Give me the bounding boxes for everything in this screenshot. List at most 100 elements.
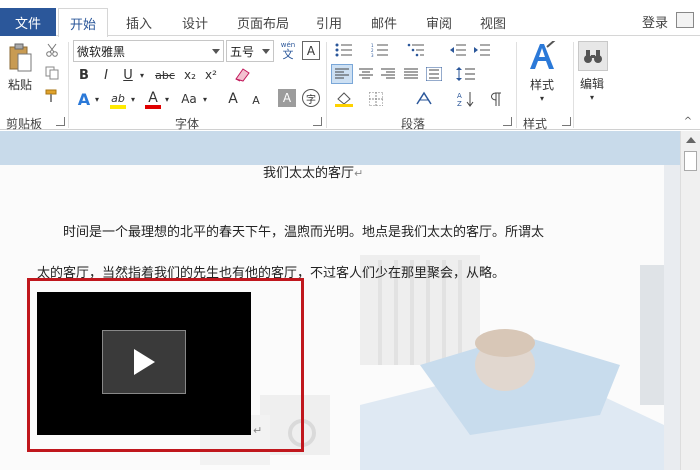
- chevron-down-icon: [262, 49, 270, 54]
- scrollbar-thumb[interactable]: [684, 151, 697, 171]
- play-icon: [134, 349, 155, 375]
- tab-mailings[interactable]: 邮件: [361, 8, 407, 36]
- chevron-down-icon: [212, 49, 220, 54]
- font-name-value: 微软雅黑: [77, 44, 126, 59]
- justify-icon[interactable]: [401, 64, 421, 84]
- paragraph-mark: ↵: [253, 424, 263, 437]
- paragraph-mark: ↵: [354, 167, 364, 180]
- paste-icon[interactable]: [6, 42, 34, 74]
- decrease-indent-icon[interactable]: [448, 41, 468, 59]
- font-group-label: 字体: [175, 117, 200, 131]
- superscript-button[interactable]: x²: [202, 66, 220, 84]
- binoculars-icon[interactable]: [578, 41, 608, 71]
- paragraph-launcher-icon[interactable]: [503, 117, 512, 126]
- group-divider: [516, 42, 517, 128]
- chevron-down-icon[interactable]: ▾: [93, 89, 101, 109]
- format-painter-icon[interactable]: [44, 88, 60, 104]
- font-color-button[interactable]: A: [143, 89, 163, 111]
- tab-file[interactable]: 文件: [0, 8, 56, 36]
- tab-home[interactable]: 开始: [58, 8, 108, 37]
- clear-formatting-icon[interactable]: [232, 65, 252, 85]
- strikethrough-button[interactable]: abc: [152, 66, 178, 84]
- tab-view[interactable]: 视图: [470, 8, 516, 36]
- highlight-label: ab: [111, 91, 125, 105]
- increase-indent-icon[interactable]: [472, 41, 492, 59]
- distributed-icon[interactable]: [424, 64, 444, 84]
- character-shading-button[interactable]: A: [278, 89, 296, 107]
- grow-font-button[interactable]: A: [224, 89, 242, 109]
- tab-review[interactable]: 审阅: [416, 8, 462, 36]
- svg-text:A: A: [457, 92, 462, 100]
- sort-icon[interactable]: AZ: [455, 89, 477, 109]
- highlight-button[interactable]: ab: [107, 89, 129, 111]
- bullets-icon[interactable]: [333, 41, 355, 59]
- paragraph-group-label: 段落: [401, 117, 426, 131]
- play-button[interactable]: [102, 330, 186, 394]
- chevron-down-icon[interactable]: ▾: [138, 66, 146, 84]
- chevron-down-icon[interactable]: ▾: [201, 89, 209, 109]
- document-title: 我们太太的客厅↵: [263, 162, 363, 181]
- chevron-down-icon[interactable]: ▾: [129, 89, 137, 109]
- phonetic-guide-button[interactable]: wén 文: [277, 39, 299, 63]
- highlight-color-swatch: [110, 104, 126, 109]
- chinese-layout-icon[interactable]: [412, 89, 436, 109]
- numbering-icon[interactable]: 123: [369, 41, 391, 59]
- font-color-label: A: [148, 90, 158, 106]
- enclose-characters-button[interactable]: 字: [302, 89, 320, 107]
- multilevel-list-icon[interactable]: [405, 41, 427, 59]
- tab-page-layout[interactable]: 页面布局: [228, 8, 298, 36]
- phonetic-char: 文: [282, 48, 294, 61]
- svg-text:Z: Z: [457, 100, 462, 107]
- ribbon: 粘贴 剪贴板 微软雅黑 五号 wén 文 A B I U ▾ abc x₂ x²…: [0, 36, 700, 131]
- align-center-icon[interactable]: [356, 64, 376, 84]
- font-launcher-icon[interactable]: [313, 117, 322, 126]
- paragraph-line: 时间是一个最理想的北平的春天下午，温煦而光明。地点是我们太太的客厅。所谓太: [63, 225, 545, 240]
- styles-group-label: 样式: [523, 117, 548, 131]
- character-border-button[interactable]: A: [302, 41, 320, 60]
- svg-text:3: 3: [371, 53, 374, 57]
- vertical-scrollbar[interactable]: [680, 131, 700, 470]
- login-link[interactable]: 登录: [642, 12, 668, 31]
- clipboard-group-label: 剪贴板: [6, 117, 43, 131]
- copy-icon[interactable]: [44, 65, 60, 81]
- align-left-icon[interactable]: [331, 64, 353, 84]
- paste-button[interactable]: 粘贴: [4, 76, 36, 92]
- line-spacing-icon[interactable]: [454, 64, 478, 84]
- bold-button[interactable]: B: [76, 66, 92, 84]
- tab-design[interactable]: 设计: [172, 8, 218, 36]
- borders-icon[interactable]: [366, 89, 386, 109]
- document-title-text: 我们太太的客厅: [263, 166, 355, 181]
- styles-icon[interactable]: [525, 40, 559, 74]
- group-divider: [326, 42, 327, 128]
- cut-icon[interactable]: [44, 42, 60, 58]
- styles-launcher-icon[interactable]: [562, 117, 571, 126]
- align-right-icon[interactable]: [378, 64, 398, 84]
- underline-button[interactable]: U: [120, 66, 136, 84]
- font-name-combo[interactable]: 微软雅黑: [73, 40, 224, 62]
- shading-icon[interactable]: [334, 89, 354, 109]
- italic-button[interactable]: I: [98, 66, 114, 84]
- subscript-button[interactable]: x₂: [181, 66, 199, 84]
- scroll-up-icon[interactable]: [686, 137, 696, 143]
- font-color-swatch: [145, 105, 161, 109]
- tab-insert[interactable]: 插入: [116, 8, 162, 36]
- shrink-font-button[interactable]: A: [248, 91, 264, 109]
- show-formatting-marks-icon[interactable]: [486, 89, 506, 109]
- ribbon-tab-bar: 文件 开始 插入 设计 页面布局 引用 邮件 审阅 视图 登录: [0, 0, 700, 37]
- text-effects-button[interactable]: A: [75, 89, 93, 109]
- styles-button[interactable]: 样式: [524, 76, 560, 92]
- chevron-down-icon[interactable]: ▾: [537, 92, 547, 104]
- clipboard-launcher-icon[interactable]: [56, 117, 65, 126]
- chevron-down-icon[interactable]: ▾: [163, 89, 171, 109]
- tab-references[interactable]: 引用: [306, 8, 352, 36]
- collapse-ribbon-icon[interactable]: ^: [682, 116, 694, 127]
- page-header-strip: [0, 131, 680, 165]
- chevron-down-icon[interactable]: ▾: [587, 91, 597, 103]
- embedded-video[interactable]: [37, 292, 251, 435]
- font-size-value: 五号: [230, 44, 255, 59]
- font-size-combo[interactable]: 五号: [226, 40, 274, 62]
- editing-button[interactable]: 编辑: [574, 75, 610, 91]
- change-case-button[interactable]: Aa: [177, 89, 201, 109]
- group-divider: [68, 42, 69, 128]
- account-icon[interactable]: [676, 12, 694, 28]
